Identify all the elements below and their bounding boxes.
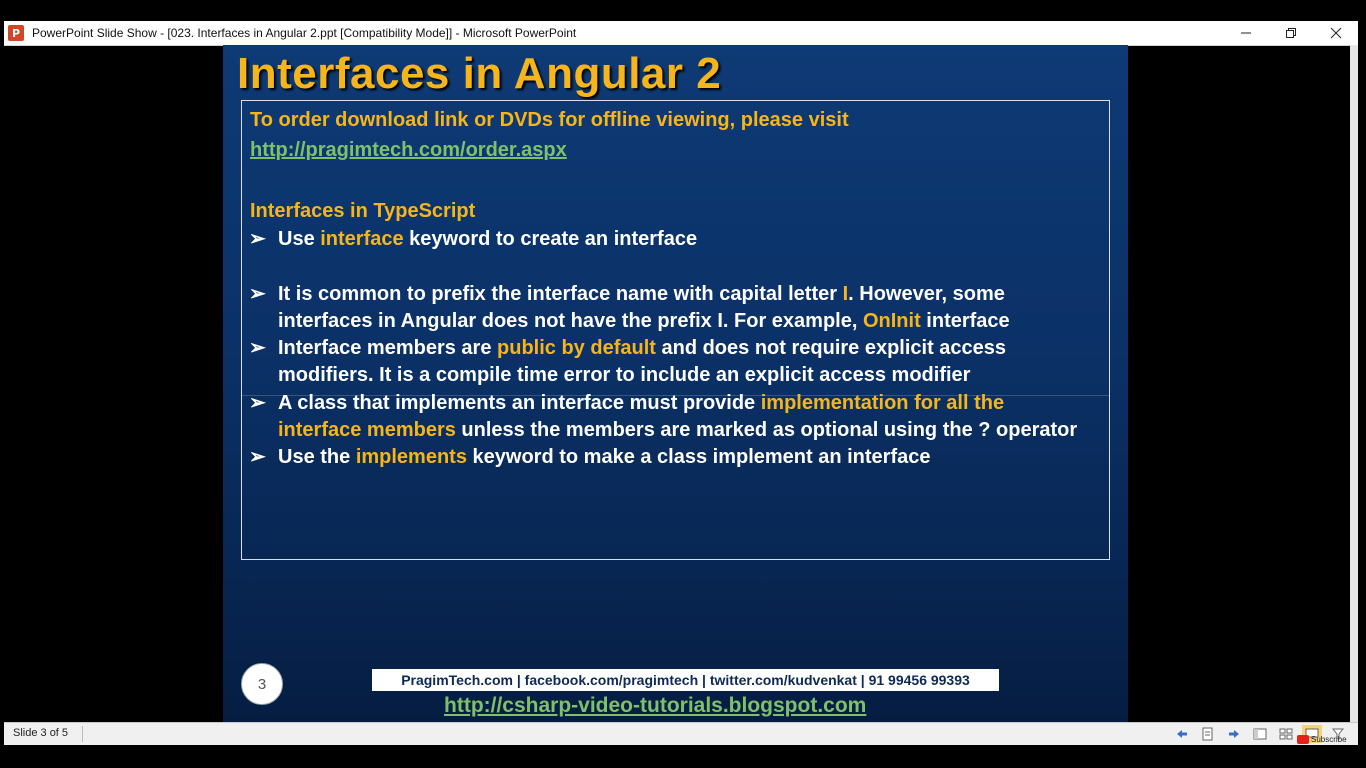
arrow-right-icon: [1229, 730, 1239, 738]
next-slide-button[interactable]: [1224, 725, 1244, 743]
slide-canvas[interactable]: Interfaces in Angular 2 To order downloa…: [223, 45, 1128, 722]
window-controls: [1223, 21, 1358, 45]
bullet-text: Interface members are: [278, 337, 498, 359]
highlighted-term: interface members: [278, 418, 456, 441]
bullet-text: unless the members are marked as optiona…: [455, 418, 1078, 441]
highlighted-term: implementation for all the: [760, 391, 1005, 414]
bullet-text: interface: [920, 309, 1010, 332]
bullet-arrow-icon: ➢: [249, 391, 266, 414]
footer-contacts: PragimTech.com | facebook.com/pragimtech…: [372, 669, 999, 691]
youtube-icon: [1297, 734, 1309, 744]
normal-view-icon: [1253, 728, 1267, 740]
bullet-text: Use the: [278, 446, 356, 468]
minimize-button[interactable]: [1223, 21, 1268, 45]
bullet-text-line: Interface members are public by default …: [278, 335, 1006, 362]
highlighted-term: public by default: [497, 337, 656, 359]
bullet-text-line: modifiers. It is a compile time error to…: [278, 362, 970, 389]
slide-sorter-icon: [1279, 728, 1293, 740]
bullet-text: and does not require explicit access: [655, 337, 1007, 359]
bullet-text: Use: [278, 228, 321, 250]
slide-number-badge: 3: [241, 663, 283, 705]
bullet-text: interfaces in Angular does not have the …: [278, 309, 863, 332]
menu-icon: [1202, 727, 1213, 741]
bullet-arrow-icon: ➢: [249, 337, 266, 359]
minimize-icon: [1240, 32, 1251, 34]
bullet-text-line: It is common to prefix the interface nam…: [278, 281, 1005, 308]
bullet-text: . However, some: [848, 282, 1005, 305]
subscribe-label: Subscribe: [1311, 734, 1347, 744]
window-title: PowerPoint Slide Show - [023. Interfaces…: [32, 26, 577, 40]
bullet-arrow-icon: ➢: [249, 446, 266, 468]
close-icon: [1330, 27, 1341, 39]
order-text: To order download link or DVDs for offli…: [250, 109, 849, 131]
bullet-arrow-icon: ➢: [249, 228, 266, 250]
bullet-text: modifiers. It is a compile time error to…: [278, 364, 971, 386]
highlighted-term: interface: [320, 228, 404, 250]
previous-slide-button[interactable]: [1172, 725, 1192, 743]
bullet-text-line: A class that implements an interface mus…: [278, 390, 1004, 417]
status-bar: Slide 3 of 5: [4, 722, 1358, 745]
bullet-text: A class that implements an interface mus…: [278, 391, 761, 414]
slide-indicator: Slide 3 of 5: [13, 727, 69, 739]
window-title-bar: P PowerPoint Slide Show - [023. Interfac…: [4, 21, 1358, 46]
bullet-text-line: interfaces in Angular does not have the …: [278, 308, 1010, 335]
slide-menu-button[interactable]: [1198, 725, 1218, 743]
order-link[interactable]: http://pragimtech.com/order.aspx: [250, 137, 567, 164]
bullet-text: keyword to make a class implement an int…: [466, 446, 931, 468]
scrollbar-strip[interactable]: [1350, 45, 1358, 722]
bullet-arrow-icon: ➢: [249, 282, 266, 305]
bullet-text-line: Use interface keyword to create an inter…: [278, 226, 697, 253]
bullet-text: It is common to prefix the interface nam…: [278, 282, 843, 305]
normal-view-button[interactable]: [1250, 725, 1270, 743]
highlighted-term: implements: [355, 446, 467, 468]
powerpoint-icon: P: [8, 25, 24, 41]
close-button[interactable]: [1313, 21, 1358, 45]
slide-title: Interfaces in Angular 2: [237, 49, 722, 98]
bullet-text-line: Use the implements keyword to make a cla…: [278, 444, 931, 471]
restore-icon: [1285, 28, 1296, 38]
highlighted-term: OnInit: [862, 309, 921, 332]
footer-link[interactable]: http://csharp-video-tutorials.blogspot.c…: [444, 694, 866, 718]
bullet-text: keyword to create an interface: [403, 228, 698, 250]
section-heading: Interfaces in TypeScript: [250, 200, 476, 222]
status-separator: [82, 726, 83, 742]
slide-sorter-button[interactable]: [1276, 725, 1296, 743]
restore-button[interactable]: [1268, 21, 1313, 45]
bullet-text-line: interface members unless the members are…: [278, 417, 1077, 444]
arrow-left-icon: [1177, 730, 1187, 738]
subscribe-badge[interactable]: Subscribe: [1297, 733, 1347, 745]
